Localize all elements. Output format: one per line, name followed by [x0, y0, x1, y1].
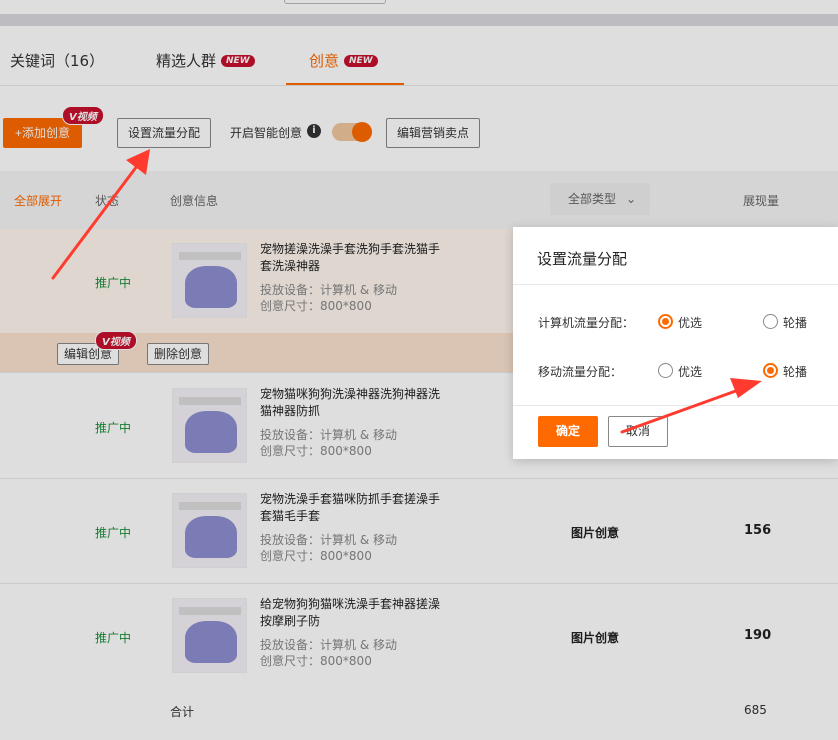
tab-bar: 关键词（16） 精选人群 NEW 创意 NEW: [0, 26, 838, 86]
column-creative-info: 创意信息: [170, 194, 219, 208]
tab-keywords[interactable]: 关键词（16）: [10, 50, 104, 71]
size-line: 创意尺寸：800*800: [260, 654, 372, 668]
table-row: 推广中 给宠物狗狗猫咪洗澡手套神器搓澡按摩刷子防 投放设备：计算机 & 移动 创…: [0, 584, 838, 689]
type-filter-dropdown[interactable]: 全部类型 ⌄: [550, 183, 650, 215]
traffic-allocation-button[interactable]: 设置流量分配: [117, 118, 211, 148]
mobile-rotate-label[interactable]: 轮播: [783, 363, 807, 380]
device-line: 投放设备：计算机 & 移动: [260, 638, 398, 652]
dialog-title: 设置流量分配: [537, 250, 628, 268]
column-status: 状态: [95, 194, 120, 208]
new-badge: NEW: [221, 54, 255, 67]
total-label: 合计: [170, 705, 195, 719]
creative-type: 图片创意: [571, 631, 620, 645]
tab-creative[interactable]: 创意 NEW: [309, 50, 378, 71]
column-views: 展现量: [743, 194, 780, 208]
chevron-down-icon: ⌄: [625, 192, 636, 206]
status-label: 推广中: [95, 276, 132, 290]
traffic-allocation-dialog: 设置流量分配 计算机流量分配： 优选 轮播 移动流量分配： 优选 轮播 确定 取…: [513, 227, 838, 459]
divider: [513, 405, 838, 406]
mobile-traffic-label: 移动流量分配：: [538, 365, 623, 379]
active-tab-indicator: [286, 83, 404, 85]
status-label: 推广中: [95, 631, 132, 645]
creative-type: 图片创意: [571, 526, 620, 540]
creative-title: 宠物猫咪狗狗洗澡神器洗狗神器洗猫神器防抓: [260, 387, 441, 418]
divider: [513, 284, 838, 285]
size-line: 创意尺寸：800*800: [260, 549, 372, 563]
mobile-rotate-radio[interactable]: [763, 363, 778, 378]
toggle-knob: [352, 122, 372, 142]
smart-creative-toggle[interactable]: [332, 122, 372, 142]
creative-title: 给宠物狗狗猫咪洗澡手套神器搓澡按摩刷子防: [260, 597, 441, 628]
pc-preferred-radio[interactable]: [658, 314, 673, 329]
expand-all-link[interactable]: 全部展开: [14, 192, 62, 209]
status-label: 推广中: [95, 526, 132, 540]
mobile-preferred-label[interactable]: 优选: [678, 363, 702, 380]
cancel-button[interactable]: 取消: [608, 416, 668, 447]
edit-selling-points-button[interactable]: 编辑营销卖点: [386, 118, 480, 148]
top-stub: [284, 0, 386, 4]
mobile-preferred-radio[interactable]: [658, 363, 673, 378]
tab-audience[interactable]: 精选人群 NEW: [156, 50, 255, 71]
device-line: 投放设备：计算机 & 移动: [260, 428, 398, 442]
smart-creative-label: 开启智能创意: [230, 126, 303, 140]
video-badge: V视频: [95, 331, 137, 350]
video-badge: V视频: [62, 106, 104, 125]
views-value: 156: [744, 523, 772, 538]
total-row: 合计 685: [0, 688, 838, 740]
new-badge: NEW: [344, 54, 378, 67]
device-line: 投放设备：计算机 & 移动: [260, 533, 398, 547]
section-separator: [0, 14, 838, 26]
creative-title: 宠物洗澡手套猫咪防抓手套搓澡手套猫毛手套: [260, 492, 441, 523]
views-value: 190: [744, 628, 772, 643]
pc-traffic-label: 计算机流量分配：: [538, 316, 635, 330]
total-views: 685: [744, 703, 767, 717]
creative-thumbnail[interactable]: [172, 493, 247, 568]
confirm-button[interactable]: 确定: [538, 416, 598, 447]
info-icon[interactable]: i: [307, 124, 321, 138]
creative-toolbar: +添加创意 V视频 设置流量分配 开启智能创意 i 编辑营销卖点: [0, 86, 838, 171]
device-line: 投放设备：计算机 & 移动: [260, 283, 398, 297]
creative-thumbnail[interactable]: [172, 598, 247, 673]
table-header: 全部展开 状态 创意信息 全部类型 ⌄ 展现量: [0, 171, 838, 229]
pc-preferred-label[interactable]: 优选: [678, 314, 702, 331]
creative-title: 宠物搓澡洗澡手套洗狗手套洗猫手套洗澡神器: [260, 242, 441, 273]
status-label: 推广中: [95, 421, 132, 435]
top-strip: [0, 0, 838, 14]
pc-rotate-label[interactable]: 轮播: [783, 314, 807, 331]
creative-thumbnail[interactable]: [172, 243, 247, 318]
size-line: 创意尺寸：800*800: [260, 299, 372, 313]
table-row: 推广中 宠物洗澡手套猫咪防抓手套搓澡手套猫毛手套 投放设备：计算机 & 移动 创…: [0, 479, 838, 584]
creative-thumbnail[interactable]: [172, 388, 247, 463]
delete-creative-button[interactable]: 删除创意: [147, 343, 210, 365]
size-line: 创意尺寸：800*800: [260, 444, 372, 458]
pc-rotate-radio[interactable]: [763, 314, 778, 329]
